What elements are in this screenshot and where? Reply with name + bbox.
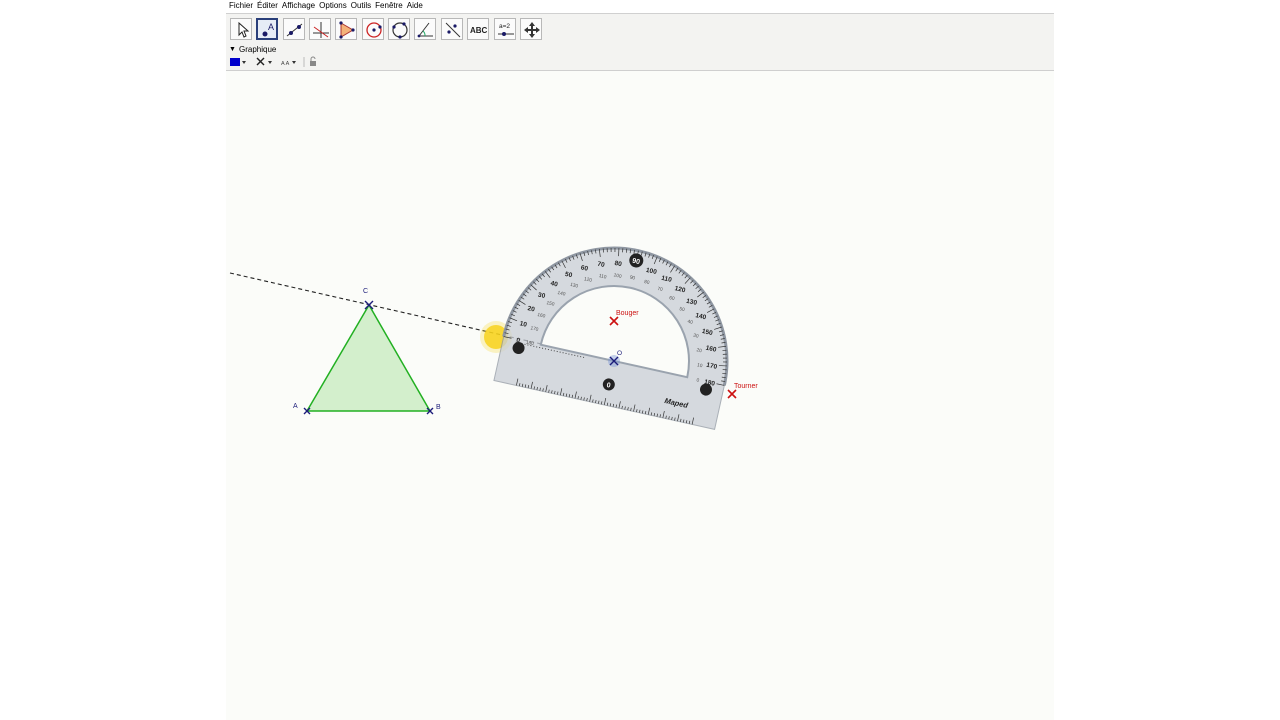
cursor-arrow-icon <box>238 21 250 38</box>
color-swatch[interactable] <box>230 58 240 66</box>
color-dropdown-icon[interactable] <box>242 61 246 64</box>
svg-text:A: A <box>293 403 298 410</box>
protractor[interactable]: 0102030405060 70 8010011012013014015016017… <box>493 226 749 430</box>
text-size-icon[interactable]: A A <box>281 61 290 67</box>
perpendicular-tool-button[interactable] <box>309 18 331 40</box>
text-size-dropdown-icon[interactable] <box>292 61 296 64</box>
svg-text:Bouger: Bouger <box>616 310 639 317</box>
point-style-dropdown-icon[interactable] <box>268 61 272 64</box>
circle-center-icon <box>366 22 382 38</box>
circle-center-tool-button[interactable] <box>362 18 384 40</box>
graphics-panel-header: ▼ Graphique <box>226 44 1054 55</box>
menu-editer[interactable]: Éditer <box>255 0 280 12</box>
move-graphics-icon <box>524 22 540 38</box>
svg-text:B: B <box>436 404 441 411</box>
point-c[interactable]: C <box>363 288 374 310</box>
graphics-canvas[interactable]: A B C 0102030405060 70 8010011012013014015… <box>226 71 1054 720</box>
move-graphics-tool-button[interactable] <box>520 18 542 40</box>
menu-bar: Fichier Éditer Affichage Options Outils Fenêt… <box>226 0 1054 13</box>
menu-affichage[interactable]: Affichage <box>280 0 317 12</box>
geogebra-window: Fichier Éditer Affichage Options Outils Fenêt… <box>226 0 1054 720</box>
point-a[interactable]: A <box>293 403 311 415</box>
polygon-tool-button[interactable] <box>335 18 357 40</box>
angle-icon <box>417 22 433 38</box>
circle-three-points-tool-button[interactable] <box>388 18 410 40</box>
slider-icon: a=2 <box>498 23 514 36</box>
style-bar: A A <box>226 55 1054 71</box>
line-icon <box>286 23 303 37</box>
menu-aide[interactable]: Aide <box>405 0 425 12</box>
polygon-icon <box>339 21 355 39</box>
perpendicular-line-icon <box>313 22 329 38</box>
style-bar-controls: A A <box>230 56 316 67</box>
tourner-handle[interactable]: Tourner <box>727 383 758 399</box>
menu-fichier[interactable]: Fichier <box>226 0 255 12</box>
point-style-icon[interactable] <box>256 57 265 66</box>
collapse-triangle-icon[interactable]: ▼ <box>229 44 236 55</box>
toolbar: A ABC a=2 <box>226 13 1054 45</box>
move-tool-button[interactable] <box>230 18 252 40</box>
point-icon: A <box>262 22 274 37</box>
menu-outils[interactable]: Outils <box>349 0 373 12</box>
angle-tool-button[interactable] <box>414 18 436 40</box>
menu-options[interactable]: Options <box>317 0 349 12</box>
svg-text:C: C <box>363 288 368 295</box>
reflect-line-icon <box>445 22 461 38</box>
reflect-tool-button[interactable] <box>441 18 463 40</box>
menu-fenetre[interactable]: Fenêtre <box>373 0 405 12</box>
svg-text:Tourner: Tourner <box>734 383 758 390</box>
svg-text:A: A <box>268 22 274 32</box>
svg-text:ABC: ABC <box>470 26 488 35</box>
text-tool-button[interactable]: ABC <box>467 18 489 40</box>
svg-text:O: O <box>617 350 622 357</box>
line-tool-button[interactable] <box>283 18 305 40</box>
svg-text:a=2: a=2 <box>499 23 510 30</box>
point-tool-button[interactable]: A <box>256 18 278 40</box>
circle-three-points-icon <box>392 22 408 39</box>
panel-title: Graphique <box>239 45 277 54</box>
triangle-abc[interactable] <box>305 303 432 412</box>
lock-icon[interactable] <box>310 56 316 66</box>
slider-tool-button[interactable]: a=2 <box>494 18 516 40</box>
text-icon: ABC <box>470 26 488 35</box>
